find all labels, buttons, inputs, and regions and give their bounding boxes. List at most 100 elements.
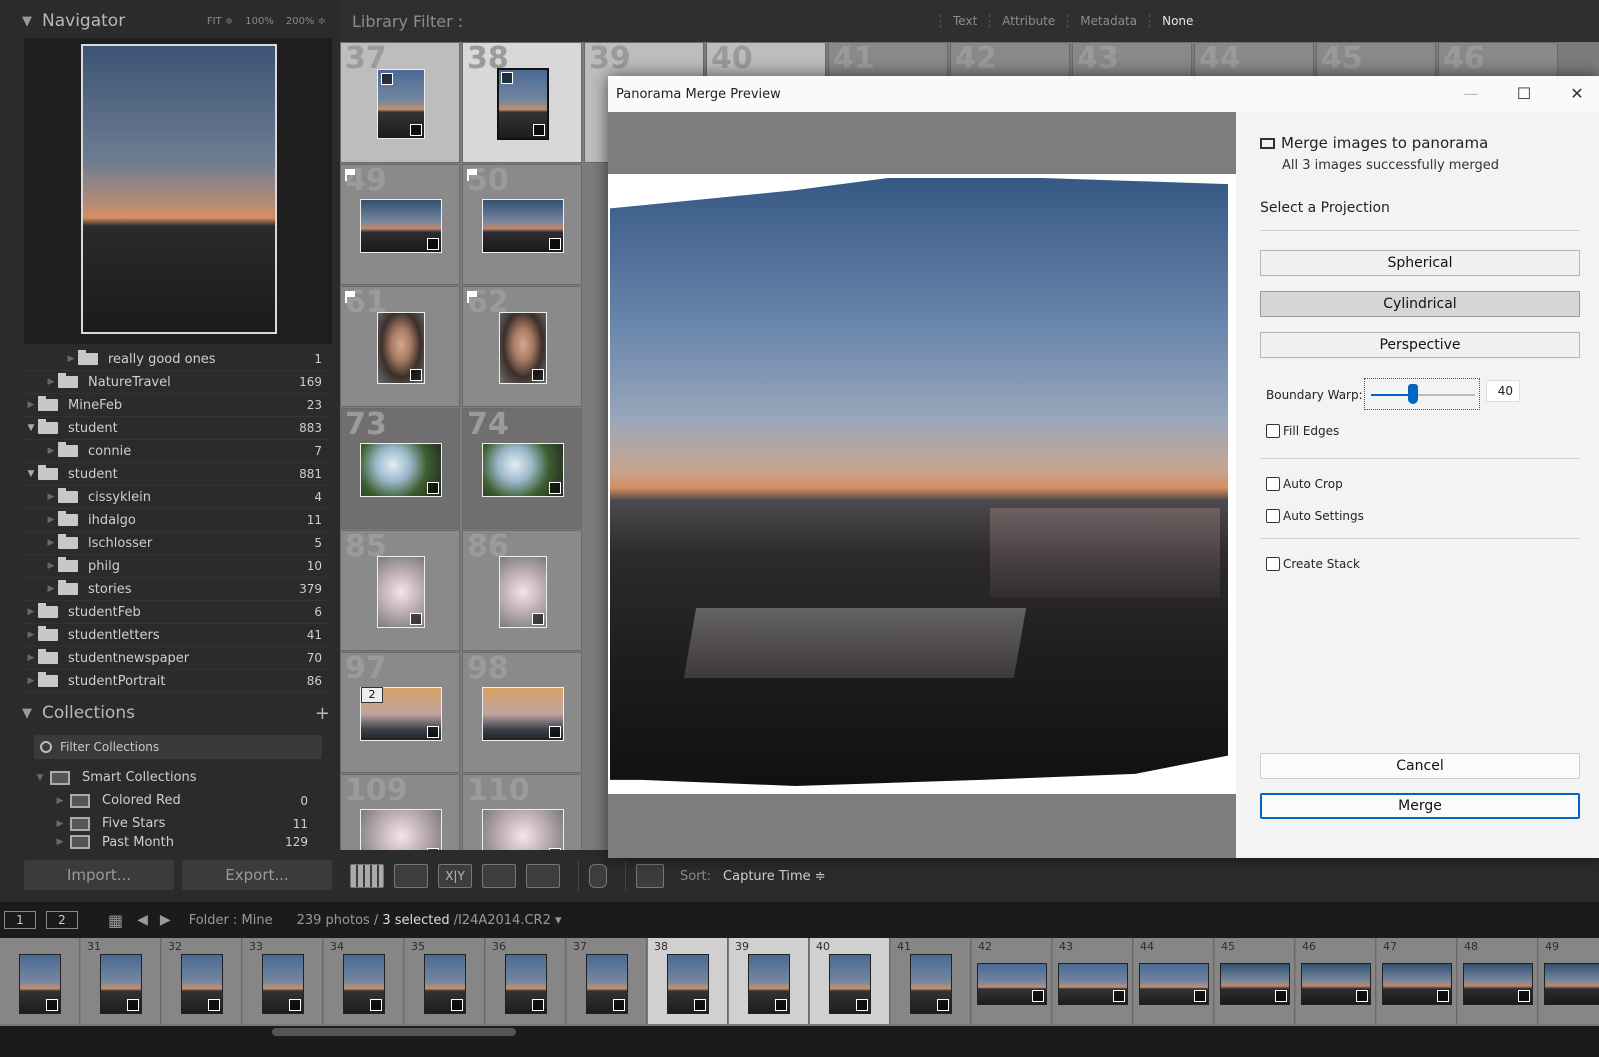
filmstrip-cell[interactable]: 37 bbox=[567, 938, 647, 1024]
filter-tab-attribute[interactable]: Attribute bbox=[989, 14, 1067, 28]
folder-row[interactable]: ▶ studentnewspaper 70 bbox=[24, 647, 332, 670]
grid-cell[interactable]: 109 bbox=[340, 773, 460, 850]
filter-collections-input[interactable]: Filter Collections bbox=[34, 735, 322, 759]
filmstrip-thumbnail[interactable] bbox=[1544, 963, 1599, 1005]
filmstrip-scrollbar[interactable] bbox=[0, 1026, 1599, 1057]
filmstrip-thumbnail[interactable] bbox=[586, 954, 628, 1014]
folder-row[interactable]: ▶ cissyklein 4 bbox=[24, 486, 332, 509]
sort-select[interactable]: Capture Time ≑ bbox=[723, 869, 826, 884]
expanded-triangle-icon[interactable]: ▼ bbox=[30, 773, 50, 783]
folder-row[interactable]: ▶ NatureTravel 169 bbox=[24, 371, 332, 394]
folder-row[interactable]: ▶ philg 10 bbox=[24, 555, 332, 578]
merge-button[interactable]: Merge bbox=[1260, 793, 1580, 819]
back-arrow-icon[interactable]: ◀ bbox=[137, 912, 148, 928]
expanded-triangle-icon[interactable]: ▼ bbox=[24, 423, 38, 433]
collapsed-triangle-icon[interactable]: ▶ bbox=[24, 400, 38, 410]
photo-thumbnail[interactable] bbox=[482, 198, 564, 253]
filmstrip-cell[interactable]: 40 bbox=[810, 938, 890, 1024]
grid-cell[interactable]: 85 bbox=[340, 529, 460, 651]
filmstrip-thumbnail[interactable] bbox=[910, 954, 952, 1014]
auto-settings-checkbox[interactable]: Auto Settings bbox=[1266, 509, 1364, 523]
add-collection-icon[interactable]: + bbox=[315, 703, 340, 724]
filmstrip-cell[interactable]: 42 bbox=[972, 938, 1052, 1024]
filmstrip-cell[interactable]: 43 bbox=[1053, 938, 1133, 1024]
filmstrip-thumbnail[interactable] bbox=[343, 954, 385, 1014]
collapsed-triangle-icon[interactable]: ▶ bbox=[24, 607, 38, 617]
photo-thumbnail[interactable] bbox=[360, 442, 442, 497]
filmstrip-cell[interactable]: 41 bbox=[891, 938, 971, 1024]
folder-row[interactable]: ▶ lschlosser 5 bbox=[24, 532, 332, 555]
collapsed-triangle-icon[interactable]: ▶ bbox=[44, 584, 58, 594]
collapsed-triangle-icon[interactable]: ▶ bbox=[44, 446, 58, 456]
navigator-preview[interactable] bbox=[24, 38, 332, 344]
filmstrip-thumbnail[interactable] bbox=[1463, 963, 1533, 1005]
survey-view-icon[interactable] bbox=[482, 864, 516, 888]
folder-row[interactable]: ▶ studentFeb 6 bbox=[24, 601, 332, 624]
filter-tab-text[interactable]: Text bbox=[940, 14, 989, 28]
collapse-triangle-icon[interactable]: ▼ bbox=[22, 706, 32, 721]
folder-breadcrumb[interactable]: Folder : Mine bbox=[189, 913, 273, 928]
fill-edges-checkbox[interactable]: Fill Edges bbox=[1266, 424, 1339, 438]
grid-cell[interactable]: 86 bbox=[462, 529, 582, 651]
folder-row[interactable]: ▶ studentletters 41 bbox=[24, 624, 332, 647]
collapsed-triangle-icon[interactable]: ▶ bbox=[44, 377, 58, 387]
folder-row[interactable]: ▼ student 881 bbox=[24, 463, 332, 486]
photo-thumbnail[interactable] bbox=[482, 686, 564, 741]
filmstrip-cell[interactable]: 48 bbox=[1458, 938, 1538, 1024]
grid-cell[interactable]: 38 bbox=[462, 42, 582, 163]
boundary-warp-slider[interactable] bbox=[1364, 378, 1480, 410]
photo-thumbnail[interactable] bbox=[482, 442, 564, 497]
collapsed-triangle-icon[interactable]: ▶ bbox=[44, 561, 58, 571]
expanded-triangle-icon[interactable]: ▼ bbox=[24, 469, 38, 479]
photo-thumbnail[interactable] bbox=[360, 198, 442, 253]
filmstrip-cell[interactable]: 32 bbox=[162, 938, 242, 1024]
collapsed-triangle-icon[interactable]: ▶ bbox=[44, 515, 58, 525]
window-1-button[interactable]: 1 bbox=[4, 911, 36, 929]
filmstrip-cell[interactable] bbox=[0, 938, 80, 1024]
grid-cell[interactable]: 50 bbox=[462, 163, 582, 285]
filmstrip-cell[interactable]: 33 bbox=[243, 938, 323, 1024]
collection-row[interactable]: ▶ Colored Red 0 bbox=[30, 789, 330, 812]
flag-icon[interactable] bbox=[467, 169, 477, 181]
grid-cell[interactable]: 97 2 bbox=[340, 651, 460, 773]
flag-icon[interactable] bbox=[345, 169, 355, 181]
slider-knob[interactable] bbox=[1407, 384, 1418, 404]
checkbox-box[interactable] bbox=[1266, 509, 1280, 523]
checkbox-box[interactable] bbox=[1266, 477, 1280, 491]
photo-thumbnail[interactable] bbox=[499, 311, 547, 384]
grid-view-icon[interactable] bbox=[350, 864, 384, 888]
collapsed-triangle-icon[interactable]: ▶ bbox=[64, 354, 78, 364]
current-filename[interactable]: /I24A2014.CR2 ▾ bbox=[454, 913, 562, 928]
photo-thumbnail[interactable] bbox=[499, 555, 547, 628]
collapsed-triangle-icon[interactable]: ▶ bbox=[50, 819, 70, 829]
filmstrip-thumbnail[interactable] bbox=[748, 954, 790, 1014]
collapsed-triangle-icon[interactable]: ▶ bbox=[24, 676, 38, 686]
collection-row[interactable]: ▶ Past Month 129 bbox=[30, 835, 330, 849]
zoom-fit[interactable]: FIT ≑ bbox=[207, 16, 233, 27]
filmstrip-thumbnail[interactable] bbox=[1058, 963, 1128, 1005]
photo-thumbnail[interactable] bbox=[482, 808, 564, 850]
scrollbar-thumb[interactable] bbox=[272, 1028, 516, 1036]
grid-cell[interactable]: 37 bbox=[340, 42, 460, 163]
filmstrip-cell[interactable]: 47 bbox=[1377, 938, 1457, 1024]
dialog-titlebar[interactable]: Panorama Merge Preview — ☐ ✕ bbox=[608, 76, 1599, 112]
filmstrip-thumbnail[interactable] bbox=[829, 954, 871, 1014]
filmstrip-thumbnail[interactable] bbox=[667, 954, 709, 1014]
loupe-view-icon[interactable] bbox=[394, 864, 428, 888]
filmstrip-cell[interactable]: 45 bbox=[1215, 938, 1295, 1024]
collapsed-triangle-icon[interactable]: ▶ bbox=[50, 837, 70, 847]
boundary-warp-value[interactable]: 40 bbox=[1486, 380, 1520, 402]
filmstrip-thumbnail[interactable] bbox=[1220, 963, 1290, 1005]
filmstrip-thumbnail[interactable] bbox=[100, 954, 142, 1014]
grid-cell[interactable]: 74 bbox=[462, 407, 582, 529]
filmstrip-cell[interactable]: 35 bbox=[405, 938, 485, 1024]
folder-row[interactable]: ▶ MineFeb 23 bbox=[24, 394, 332, 417]
grid-cell[interactable]: 73 bbox=[340, 407, 460, 529]
export-button[interactable]: Export... bbox=[182, 860, 332, 890]
collapsed-triangle-icon[interactable]: ▶ bbox=[24, 630, 38, 640]
import-button[interactable]: Import... bbox=[24, 860, 174, 890]
collapsed-triangle-icon[interactable]: ▶ bbox=[44, 492, 58, 502]
filmstrip-thumbnail[interactable] bbox=[1139, 963, 1209, 1005]
filmstrip-thumbnail[interactable] bbox=[1301, 963, 1371, 1005]
cylindrical-button[interactable]: Cylindrical bbox=[1260, 291, 1580, 317]
